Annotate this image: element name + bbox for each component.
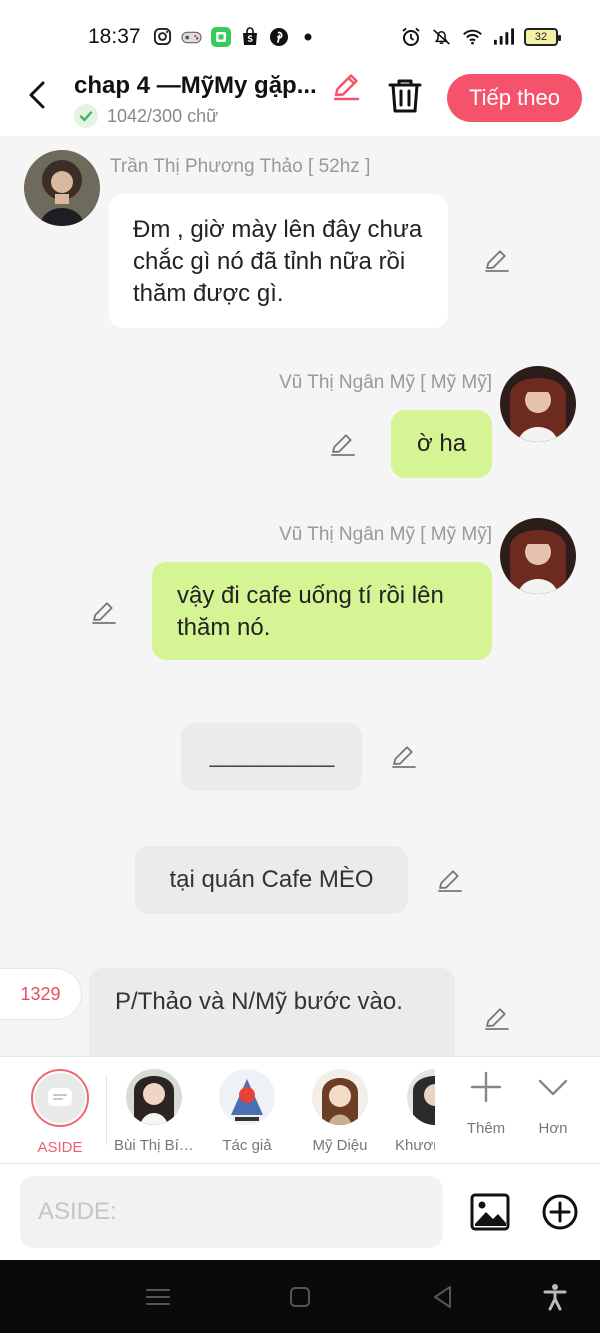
add-character-button[interactable]: Thêm — [451, 1069, 521, 1137]
wechat-app-icon — [210, 26, 231, 47]
instagram-icon — [152, 26, 173, 47]
edit-message-pencil-icon[interactable] — [483, 246, 511, 274]
notification-icons — [152, 26, 318, 47]
mute-icon — [431, 26, 452, 47]
more-characters-button[interactable]: Hơn — [518, 1069, 588, 1137]
character-label: ASIDE — [37, 1139, 83, 1156]
character-label: Tác giả — [222, 1137, 272, 1154]
narration-bubble[interactable]: tại quán Cafe MÈO — [135, 846, 408, 914]
plus-circle-icon — [542, 1194, 578, 1230]
word-count: 1042/300 chữ — [107, 106, 219, 126]
home-icon[interactable] — [285, 1282, 315, 1312]
edit-message-pencil-icon[interactable] — [90, 598, 118, 626]
sender-name: Vũ Thị Ngân Mỹ [ Mỹ Mỹ] — [279, 372, 492, 393]
more-notifications-dot-icon — [297, 26, 318, 47]
edit-message-pencil-icon[interactable] — [483, 1004, 511, 1032]
avatar-ngan-my[interactable] — [500, 366, 576, 442]
wifi-icon — [462, 26, 483, 47]
character-avatar — [312, 1069, 368, 1125]
sender-name: Trần Thị Phương Thảo [ 52hz ] — [110, 156, 371, 177]
character-bui-thi-bich[interactable]: Bùi Thị Bíc... — [114, 1069, 194, 1154]
character-aside[interactable]: ASIDE — [20, 1069, 100, 1156]
menu-icon[interactable] — [143, 1282, 173, 1312]
accessibility-icon[interactable] — [540, 1282, 570, 1312]
message-bubble-icon — [48, 1088, 72, 1106]
character-avatar — [219, 1069, 275, 1125]
back-button[interactable] — [20, 78, 54, 112]
character-label: Mỹ Diệu — [312, 1137, 368, 1154]
character-avatar — [126, 1069, 182, 1125]
add-content-button[interactable] — [538, 1190, 582, 1234]
character-tac-gia[interactable]: Tác giả — [207, 1069, 287, 1154]
edit-message-pencil-icon[interactable] — [329, 430, 357, 458]
pinterest-icon — [268, 26, 289, 47]
character-label: Bùi Thị Bíc... — [114, 1137, 194, 1154]
edit-message-pencil-icon[interactable] — [436, 866, 464, 894]
message-input[interactable] — [20, 1176, 443, 1248]
delete-chapter-button[interactable] — [386, 76, 424, 116]
plus-icon — [470, 1071, 502, 1103]
battery-indicator: 32 — [524, 27, 561, 46]
trash-icon — [388, 79, 422, 113]
game-controller-icon — [181, 26, 202, 47]
aside-avatar — [31, 1069, 89, 1127]
chevron-down-icon — [538, 1079, 568, 1096]
system-icons: 32 — [400, 26, 561, 47]
add-label: Thêm — [466, 1120, 506, 1137]
divider — [106, 1075, 107, 1145]
check-circle-icon — [74, 104, 98, 128]
message-bubble[interactable]: Đm , giờ mày lên đây chưa chắc gì nó đã … — [109, 194, 448, 328]
avatar-ngan-my[interactable] — [500, 518, 576, 594]
character-selector[interactable]: ASIDE Bùi Thị Bíc... Tác giả Mỹ Diệu Khư… — [0, 1056, 600, 1164]
image-icon — [470, 1193, 510, 1231]
avatar-phuong-thao[interactable] — [24, 150, 100, 226]
status-bar: 18:37 32 — [0, 0, 600, 70]
insert-image-button[interactable] — [468, 1190, 512, 1234]
back-triangle-icon[interactable] — [428, 1282, 458, 1312]
alarm-icon — [400, 26, 421, 47]
chat-thread[interactable]: Trần Thị Phương Thảo [ 52hz ] Đm , giờ m… — [0, 136, 600, 1056]
sender-name: Vũ Thị Ngân Mỹ [ Mỹ Mỹ] — [279, 524, 492, 545]
message-bubble[interactable]: vậy đi cafe uống tí rồi lên thăm nó. — [152, 562, 492, 660]
narration-bubble[interactable]: P/Thảo và N/Mỹ bước vào. — [89, 968, 455, 1056]
narration-bubble[interactable]: __________ — [181, 723, 362, 791]
edit-title-pencil-icon[interactable] — [330, 70, 362, 102]
editor-header: chap 4 —MỹMy gặp... 1042/300 chữ Tiếp th… — [0, 62, 600, 136]
message-counter: 1329 — [0, 968, 82, 1020]
character-khuong[interactable]: Khươn — [393, 1069, 435, 1154]
shopping-bag-icon — [239, 26, 260, 47]
status-time: 18:37 — [88, 25, 141, 48]
message-bubble[interactable]: ờ ha — [391, 410, 492, 478]
character-my-dieu[interactable]: Mỹ Diệu — [300, 1069, 380, 1154]
character-avatar — [407, 1069, 435, 1125]
system-navigation-bar — [0, 1260, 600, 1333]
next-button[interactable]: Tiếp theo — [447, 74, 582, 122]
chevron-left-icon — [29, 81, 45, 109]
chapter-title[interactable]: chap 4 —MỹMy gặp... — [74, 72, 330, 100]
signal-icon — [493, 26, 514, 47]
composer — [0, 1164, 600, 1260]
edit-message-pencil-icon[interactable] — [390, 742, 418, 770]
more-label: Hơn — [538, 1120, 568, 1137]
character-label: Khươn — [395, 1137, 435, 1154]
